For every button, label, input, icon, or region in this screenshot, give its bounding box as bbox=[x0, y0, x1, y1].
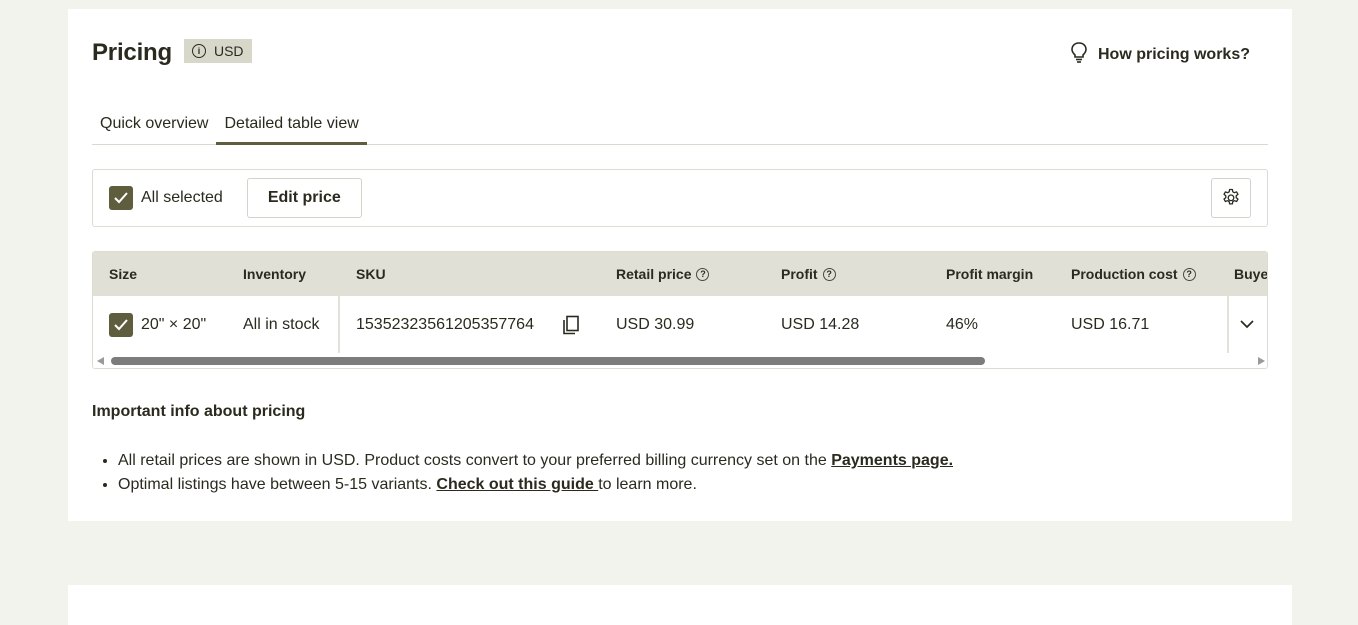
tab-detailed-table-view[interactable]: Detailed table view bbox=[216, 109, 367, 145]
table-settings-button[interactable] bbox=[1211, 178, 1251, 218]
cell-sku: 15352323561205357764 bbox=[356, 315, 534, 333]
payments-page-link[interactable]: Payments page. bbox=[831, 452, 953, 469]
table-row: 20" × 20" All in stock 15352323561205357… bbox=[93, 296, 1267, 353]
row-checkbox[interactable] bbox=[109, 312, 133, 337]
gear-icon bbox=[1223, 188, 1239, 205]
tab-quick-overview[interactable]: Quick overview bbox=[92, 109, 216, 145]
info-title: Important info about pricing bbox=[92, 403, 306, 420]
table-header: Size Inventory SKU Retail price? Profit?… bbox=[93, 252, 1268, 296]
select-all-checkbox[interactable] bbox=[109, 186, 133, 210]
column-header-inventory: Inventory bbox=[243, 266, 307, 282]
pricing-table: Size Inventory SKU Retail price? Profit?… bbox=[92, 251, 1268, 369]
info-list: All retail prices are shown in USD. Prod… bbox=[118, 449, 953, 497]
scroll-left-icon[interactable] bbox=[97, 357, 104, 365]
column-divider bbox=[1227, 296, 1229, 353]
column-header-size: Size bbox=[109, 266, 138, 282]
guide-link[interactable]: Check out this guide bbox=[436, 476, 598, 493]
page-title: Pricing bbox=[92, 39, 172, 66]
edit-price-button[interactable]: Edit price bbox=[246, 178, 362, 218]
next-card bbox=[68, 585, 1292, 625]
expand-row-button[interactable] bbox=[1240, 296, 1254, 353]
column-header-sku: SKU bbox=[356, 266, 386, 282]
select-all-label: All selected bbox=[141, 189, 223, 206]
copy-icon bbox=[563, 315, 579, 334]
currency-badge: i USD bbox=[183, 39, 252, 63]
column-divider bbox=[338, 296, 340, 353]
list-item: All retail prices are shown in USD. Prod… bbox=[118, 449, 953, 473]
horizontal-scrollbar[interactable] bbox=[93, 353, 1267, 368]
column-header-production-cost: Production cost? bbox=[1071, 252, 1196, 296]
view-tabs: Quick overview Detailed table view bbox=[92, 109, 1268, 145]
column-header-profit: Profit? bbox=[781, 252, 836, 296]
checkmark-icon bbox=[114, 192, 128, 204]
scroll-thumb[interactable] bbox=[111, 357, 985, 365]
scroll-right-icon[interactable] bbox=[1258, 357, 1265, 365]
help-icon[interactable]: ? bbox=[696, 267, 710, 281]
select-all-control[interactable]: All selected bbox=[109, 186, 223, 210]
how-pricing-works-link[interactable]: How pricing works? bbox=[1070, 41, 1250, 68]
table-toolbar: All selected Edit price bbox=[92, 169, 1268, 227]
pricing-card: Pricing i USD How pricing works? Quick o… bbox=[68, 9, 1292, 521]
cell-size: 20" × 20" bbox=[109, 296, 206, 353]
info-icon: i bbox=[191, 44, 206, 58]
cell-inventory: All in stock bbox=[243, 315, 320, 333]
chevron-down-icon bbox=[1240, 320, 1254, 329]
list-item: Optimal listings have between 5-15 varia… bbox=[118, 473, 953, 497]
checkmark-icon bbox=[114, 318, 128, 330]
column-header-buyer: Buye bbox=[1234, 266, 1268, 282]
cell-retail-price: USD 30.99 bbox=[616, 315, 695, 333]
how-pricing-works-label: How pricing works? bbox=[1097, 45, 1250, 63]
cell-production-cost: USD 16.71 bbox=[1071, 315, 1150, 333]
cell-profit: USD 14.28 bbox=[781, 315, 860, 333]
lightbulb-icon bbox=[1070, 41, 1088, 68]
cell-profit-margin: 46% bbox=[946, 315, 979, 333]
help-icon[interactable]: ? bbox=[822, 267, 836, 281]
help-icon[interactable]: ? bbox=[1182, 267, 1196, 281]
column-header-profit-margin: Profit margin bbox=[946, 266, 1034, 282]
currency-label: USD bbox=[213, 43, 244, 59]
pricing-header: Pricing i USD bbox=[92, 39, 252, 67]
copy-sku-button[interactable] bbox=[562, 296, 580, 353]
column-header-retail-price: Retail price? bbox=[616, 252, 710, 296]
